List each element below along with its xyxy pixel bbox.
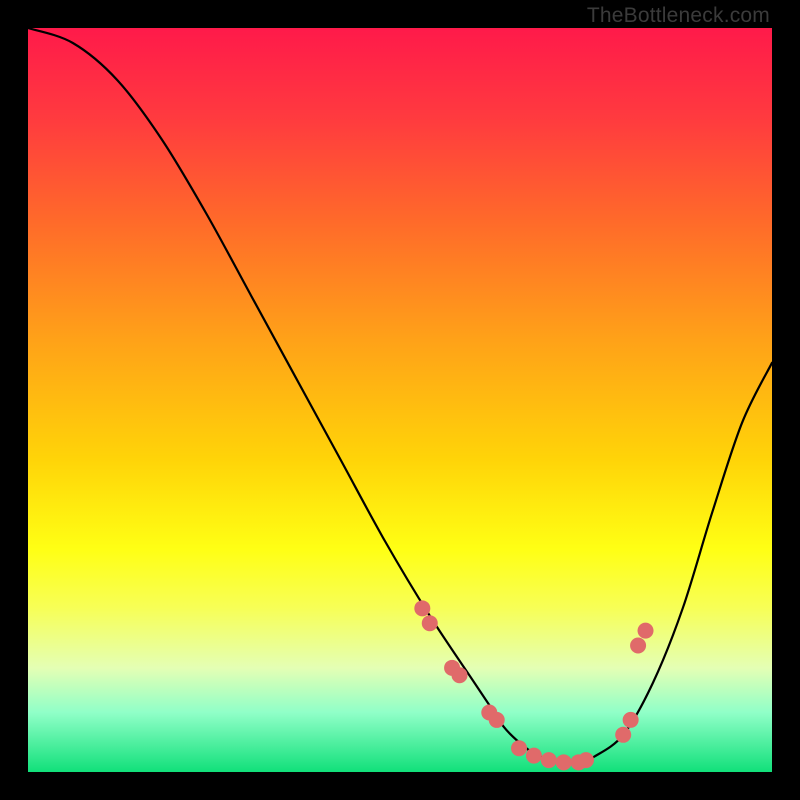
marker-point [489,712,505,728]
marker-point [511,740,527,756]
bottleneck-curve [28,28,772,764]
marker-point [630,638,646,654]
marker-point [414,600,430,616]
marker-point [452,667,468,683]
chart-svg [28,28,772,772]
marker-point [556,754,572,770]
marker-point [541,752,557,768]
marker-point [623,712,639,728]
marker-point [526,748,542,764]
marker-point [638,623,654,639]
marker-point [578,752,594,768]
highlight-markers [414,600,653,770]
watermark-text: TheBottleneck.com [587,4,770,28]
marker-point [422,615,438,631]
chart-plot-area [28,28,772,772]
marker-point [615,727,631,743]
